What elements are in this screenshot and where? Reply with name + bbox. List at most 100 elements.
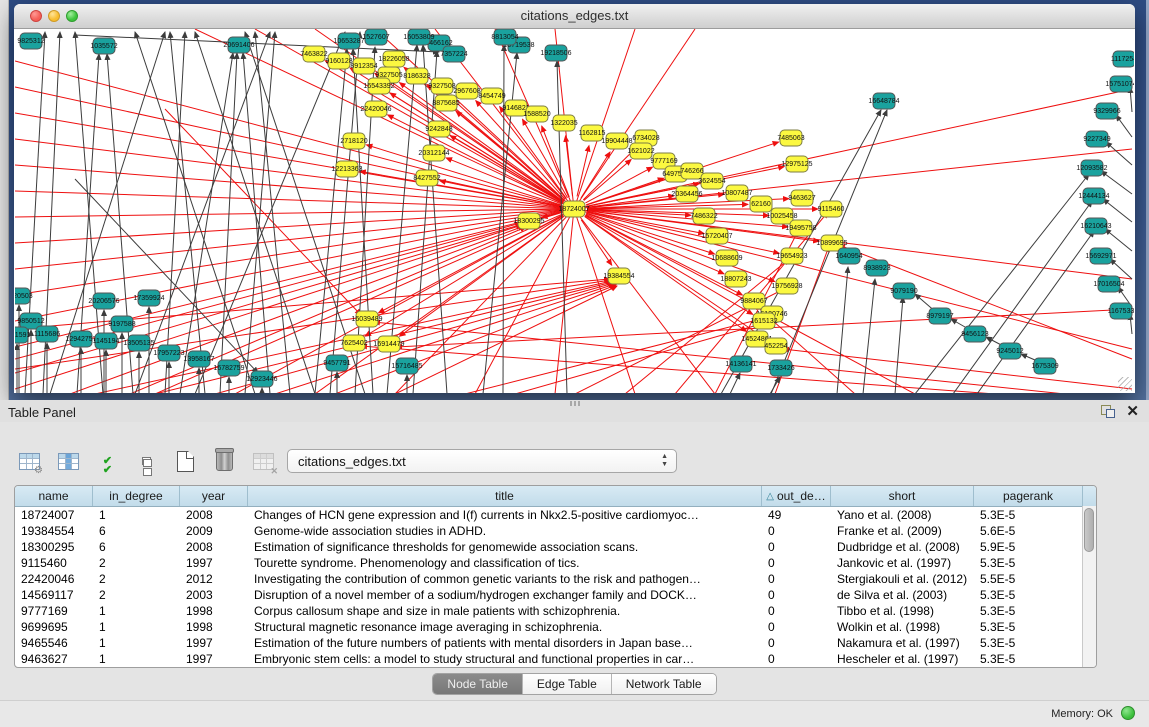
table-cell[interactable]: 9465546 bbox=[15, 635, 93, 651]
scrollbar-thumb[interactable] bbox=[1084, 508, 1094, 552]
network-node[interactable]: 1615132 bbox=[750, 313, 777, 329]
table-cell[interactable]: 5.6E-5 bbox=[974, 523, 1083, 539]
network-node[interactable]: 9457791 bbox=[323, 355, 350, 371]
table-cell[interactable]: Franke et al. (2009) bbox=[831, 523, 974, 539]
table-cell[interactable]: 2 bbox=[93, 587, 180, 603]
network-node[interactable]: 20312144 bbox=[418, 145, 449, 161]
network-node[interactable]: 19495758 bbox=[785, 220, 816, 236]
table-row[interactable]: 969969511998Structural magnetic resonanc… bbox=[15, 619, 1096, 635]
modify-table-icon[interactable]: ⚙ bbox=[16, 448, 42, 474]
network-node[interactable]: 12923446 bbox=[246, 371, 277, 387]
network-node[interactable]: 1115686 bbox=[34, 326, 60, 342]
network-node[interactable]: 9242848 bbox=[425, 121, 452, 137]
network-node[interactable]: 9327508 bbox=[428, 78, 455, 94]
network-node[interactable]: 452254 bbox=[764, 338, 787, 354]
table-cell[interactable]: 19384554 bbox=[15, 523, 93, 539]
network-node[interactable]: 1621022 bbox=[627, 143, 654, 159]
table-cell[interactable]: 5.3E-5 bbox=[974, 555, 1083, 571]
table-row[interactable]: 1456911722003Disruption of a novel membe… bbox=[15, 587, 1096, 603]
table-cell[interactable]: Investigating the contribution of common… bbox=[248, 571, 762, 587]
table-row[interactable]: 911546021997Tourette syndrome. Phenomeno… bbox=[15, 555, 1096, 571]
network-node[interactable]: 1527607 bbox=[362, 29, 389, 45]
network-node[interactable]: 1035572 bbox=[90, 38, 117, 54]
network-node[interactable]: 18226058 bbox=[378, 51, 409, 67]
table-cell[interactable]: Stergiakouli et al. (2012) bbox=[831, 571, 974, 587]
column-header-pagerank[interactable]: pagerank bbox=[974, 486, 1083, 506]
network-node[interactable]: 20691406 bbox=[223, 37, 254, 53]
table-selector-dropdown[interactable]: citations_edges.txt ▲▼ bbox=[287, 449, 677, 473]
network-node[interactable]: 9825312 bbox=[17, 33, 44, 49]
table-cell[interactable]: 22420046 bbox=[15, 571, 93, 587]
table-row[interactable]: 977716911998Corpus callosum shape and si… bbox=[15, 603, 1096, 619]
network-node[interactable]: 20206576 bbox=[88, 293, 119, 309]
network-node[interactable]: 1167533 bbox=[1108, 303, 1134, 319]
table-scrollbar[interactable] bbox=[1082, 506, 1096, 667]
column-header-year[interactable]: year bbox=[180, 486, 248, 506]
network-node[interactable]: 15692971 bbox=[1085, 248, 1116, 264]
table-cell[interactable]: de Silva et al. (2003) bbox=[831, 587, 974, 603]
table-cell[interactable]: 1 bbox=[93, 619, 180, 635]
column-header-short[interactable]: short bbox=[831, 486, 974, 506]
table-cell[interactable]: 5.5E-5 bbox=[974, 571, 1083, 587]
network-node[interactable]: 17359924 bbox=[133, 290, 164, 306]
network-node[interactable]: 12975125 bbox=[781, 156, 812, 172]
table-cell[interactable]: 2012 bbox=[180, 571, 248, 587]
network-node[interactable]: 12213363 bbox=[331, 161, 362, 177]
table-cell[interactable]: 9699695 bbox=[15, 619, 93, 635]
table-cell[interactable]: 5.9E-5 bbox=[974, 539, 1083, 555]
table-cell[interactable]: 2008 bbox=[180, 507, 248, 523]
network-node[interactable]: 8938923 bbox=[863, 260, 890, 276]
network-node[interactable]: 19384554 bbox=[603, 268, 634, 284]
table-cell[interactable]: 0 bbox=[762, 555, 831, 571]
network-node[interactable]: 15751074 bbox=[1105, 76, 1134, 92]
table-cell[interactable]: 5.3E-5 bbox=[974, 507, 1083, 523]
network-node[interactable]: 1145194 bbox=[93, 333, 120, 349]
network-node[interactable]: 18300295 bbox=[513, 213, 544, 229]
table-cell[interactable]: Genome-wide association studies in ADHD. bbox=[248, 523, 762, 539]
network-node[interactable]: 16914479 bbox=[373, 336, 404, 352]
network-graph[interactable]: 1872400718300295193845547463822916012889… bbox=[15, 29, 1134, 393]
network-node[interactable]: 10807487 bbox=[721, 185, 752, 201]
table-cell[interactable]: 9115460 bbox=[15, 555, 93, 571]
table-cell[interactable]: 1997 bbox=[180, 555, 248, 571]
table-cell[interactable]: Dudbridge et al. (2008) bbox=[831, 539, 974, 555]
table-cell[interactable]: 0 bbox=[762, 587, 831, 603]
network-node[interactable]: 746266 bbox=[680, 163, 703, 179]
table-row[interactable]: 1872400712008Changes of HCN gene express… bbox=[15, 507, 1096, 523]
network-node[interactable]: 9197588 bbox=[108, 316, 135, 332]
table-cell[interactable]: 1 bbox=[93, 635, 180, 651]
table-cell[interactable]: Disruption of a novel member of a sodium… bbox=[248, 587, 762, 603]
table-cell[interactable]: 9777169 bbox=[15, 603, 93, 619]
table-cell[interactable]: Embryonic stem cells: a model to study s… bbox=[248, 651, 762, 667]
network-node[interactable]: 19904448 bbox=[601, 133, 632, 149]
network-node[interactable]: 2967608 bbox=[453, 83, 480, 99]
table-cell[interactable]: 18300295 bbox=[15, 539, 93, 555]
network-node[interactable]: 1588520 bbox=[523, 106, 550, 122]
new-table-icon[interactable] bbox=[172, 448, 198, 474]
table-row[interactable]: 2242004622012Investigating the contribut… bbox=[15, 571, 1096, 587]
network-node[interactable]: 8912354 bbox=[350, 58, 377, 74]
table-cell[interactable]: 1998 bbox=[180, 603, 248, 619]
network-node[interactable]: 7625402 bbox=[340, 335, 367, 351]
table-row[interactable]: 1830029562008Estimation of significance … bbox=[15, 539, 1096, 555]
table-cell[interactable]: 1 bbox=[93, 651, 180, 667]
select-rows-icon[interactable]: ✔✔ bbox=[94, 448, 120, 474]
network-node[interactable]: 16782759 bbox=[213, 360, 244, 376]
window-resize-grip[interactable] bbox=[1118, 377, 1132, 391]
network-node[interactable]: 15716485 bbox=[391, 358, 422, 374]
network-node[interactable]: 13505135 bbox=[123, 335, 154, 351]
network-node[interactable]: 9329966 bbox=[1093, 103, 1120, 119]
table-cell[interactable]: Tibbo et al. (1998) bbox=[831, 603, 974, 619]
network-node[interactable]: 16053809 bbox=[403, 29, 434, 45]
network-node[interactable]: 8979197 bbox=[926, 308, 953, 324]
network-canvas[interactable]: 1872400718300295193845547463822916012889… bbox=[15, 29, 1134, 393]
network-node[interactable]: 12444134 bbox=[1078, 188, 1109, 204]
table-cell[interactable]: 5.3E-5 bbox=[974, 635, 1083, 651]
table-row[interactable]: 1938455462009Genome-wide association stu… bbox=[15, 523, 1096, 539]
network-node[interactable]: 2718120 bbox=[340, 133, 367, 149]
table-cell[interactable]: Jankovic et al. (1997) bbox=[831, 555, 974, 571]
delete-table-icon[interactable] bbox=[211, 448, 237, 474]
network-node[interactable]: 16210643 bbox=[1080, 218, 1111, 234]
table-cell[interactable]: 1 bbox=[93, 507, 180, 523]
network-node[interactable]: 15720407 bbox=[701, 228, 732, 244]
